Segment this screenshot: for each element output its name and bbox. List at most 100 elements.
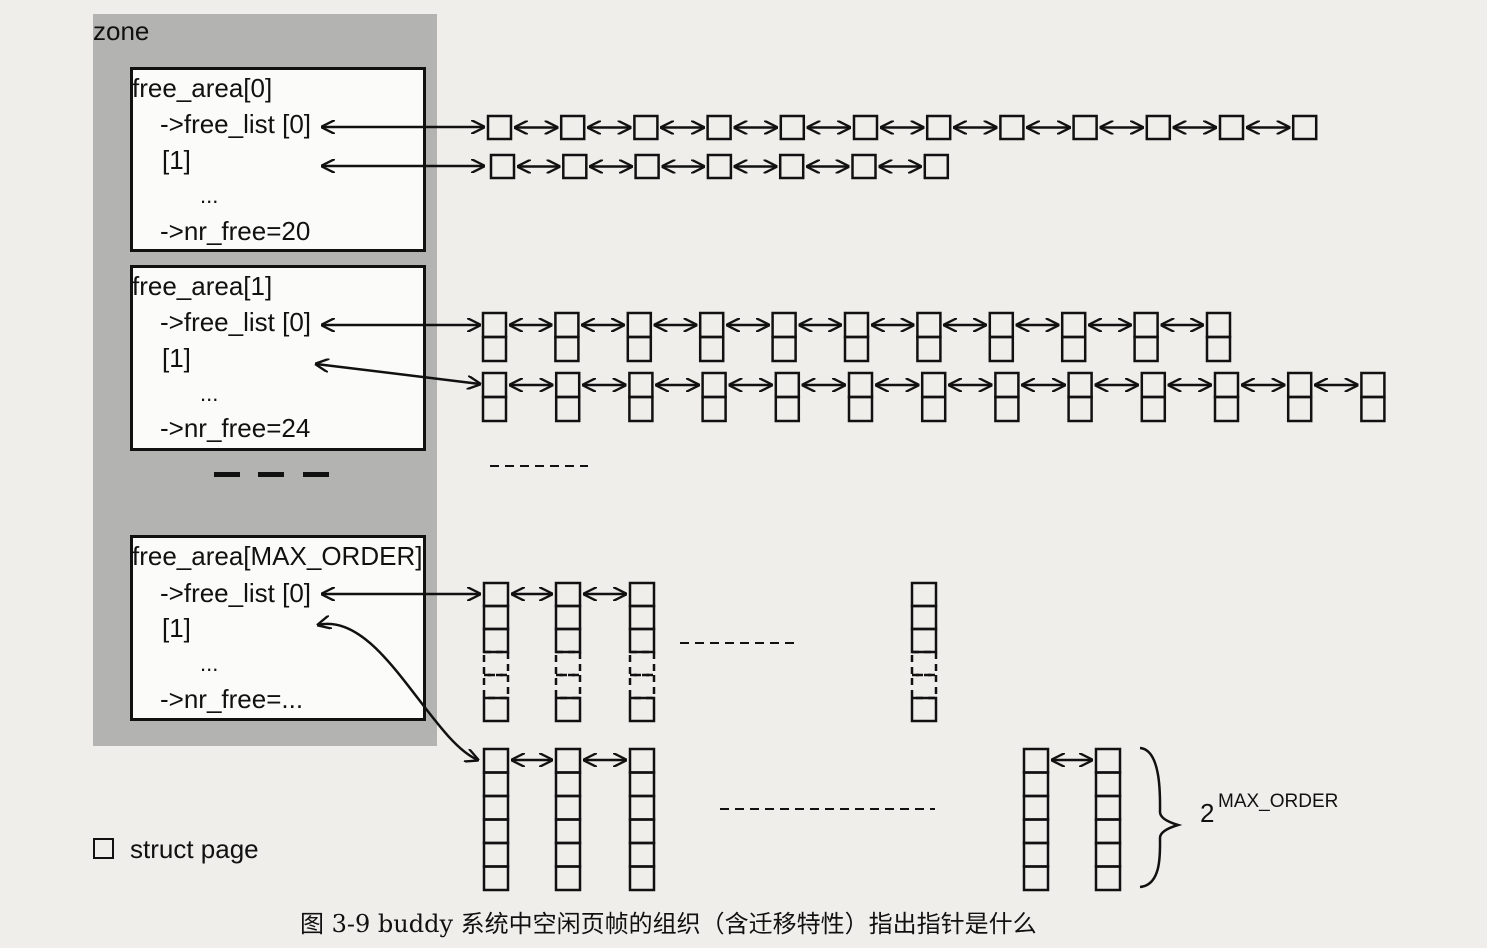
order1-list0-page-block: [843, 311, 870, 339]
max-list1-page-block: [482, 818, 510, 845]
order1-list1-page-block: [1360, 395, 1386, 423]
pointer-order1-list1: [316, 364, 480, 384]
order1-list1-page-block: [481, 371, 508, 399]
order1-list1-page-block: [701, 371, 727, 399]
order1-list0-page-block: [698, 335, 725, 363]
max-list1-page-block: [554, 865, 582, 892]
pointer-max-list1: [318, 624, 478, 760]
max-list1-page-block: [1022, 747, 1050, 774]
order0-list1-page-block: [634, 153, 660, 180]
order0-list0-page-block: [1291, 114, 1318, 141]
order1-list1-page-block: [920, 371, 947, 399]
max-list0-page-block: [628, 604, 656, 631]
max-list0-page-block: [628, 673, 656, 700]
max-list0-page-block: [910, 650, 938, 677]
order0-list1-page-block: [706, 153, 733, 180]
order1-list1-page-block: [1286, 371, 1313, 399]
order1-list1-page-block: [554, 371, 581, 399]
order0-list0-page-block: [779, 114, 806, 141]
max-list1-page-block: [482, 865, 510, 892]
order1-list1-page-block: [628, 371, 654, 399]
order1-list0-page-block: [843, 335, 870, 363]
order1-list1-page-block: [554, 395, 581, 423]
order0-list1-page-block: [778, 153, 805, 180]
order1-list0-page-block: [1060, 335, 1087, 363]
max-list1-page-block: [1022, 771, 1050, 798]
order1-list0-page-block: [1060, 311, 1087, 339]
max-list0-page-block: [910, 627, 938, 654]
max-list1-page-block: [482, 747, 510, 774]
order1-list1-page-block: [1067, 371, 1093, 399]
max-list1-page-block: [482, 771, 510, 798]
order1-list1-page-block: [481, 395, 508, 423]
max-list1-page-block: [1022, 865, 1050, 892]
order1-list1-page-block: [994, 371, 1020, 399]
order1-list0-page-block: [481, 335, 508, 363]
order0-list0-page-block: [1072, 114, 1098, 141]
max-list0-page-block: [554, 627, 582, 654]
order0-list1-page-block: [851, 153, 877, 180]
max-list0-page-block: [910, 673, 938, 700]
max-list1-page-block: [1094, 794, 1122, 821]
max-list0-page-block: [910, 604, 938, 631]
max-list0-page-block: [910, 696, 938, 723]
order1-list0-page-block: [988, 335, 1015, 363]
max-list0-page-block: [482, 627, 510, 654]
max-list0-page-block: [554, 581, 582, 608]
order1-list0-page-block: [988, 311, 1015, 339]
max-list1-page-block: [1094, 841, 1122, 868]
order1-list0-page-block: [554, 311, 580, 339]
order1-list1-page-block: [1140, 371, 1167, 399]
max-list0-page-block: [554, 673, 582, 700]
max-list0-page-block: [482, 581, 510, 608]
max-list1-page-block: [554, 771, 582, 798]
max-list0-page-block: [628, 581, 656, 608]
max-list1-page-block: [628, 818, 656, 845]
order1-list1-page-block: [1286, 395, 1313, 423]
order1-list1-page-block: [847, 395, 874, 423]
max-list1-page-block: [554, 794, 582, 821]
order1-list0-page-block: [771, 335, 797, 363]
order1-list1-page-block: [701, 395, 727, 423]
order1-list0-page-block: [916, 311, 942, 339]
order0-list0-page-block: [633, 114, 659, 141]
order1-list1-page-block: [774, 395, 801, 423]
order0-list0-page-block: [486, 114, 513, 141]
max-list1-page-block: [628, 794, 656, 821]
order1-list0-page-block: [1205, 335, 1232, 363]
order1-list0-page-block: [554, 335, 580, 363]
order1-list0-page-block: [626, 335, 653, 363]
max-list1-page-block: [1022, 818, 1050, 845]
order1-list0-page-block: [1133, 311, 1159, 339]
order1-list1-page-block: [920, 395, 947, 423]
order1-list1-page-block: [1213, 371, 1240, 399]
max-list1-page-block: [554, 747, 582, 774]
order1-list1-page-block: [994, 395, 1020, 423]
max-list1-page-block: [482, 841, 510, 868]
max-list1-page-block: [628, 747, 656, 774]
order1-list0-page-block: [1205, 311, 1232, 339]
max-list0-page-block: [482, 650, 510, 677]
max-list0-page-block: [482, 696, 510, 723]
max-list1-page-block: [1094, 747, 1122, 774]
order0-list1-page-block: [489, 153, 516, 180]
max-list0-page-block: [554, 604, 582, 631]
buddy-diagram: [0, 114, 1386, 892]
max-list1-page-block: [628, 771, 656, 798]
max-list0-page-block: [554, 650, 582, 677]
order1-list1-page-block: [774, 371, 801, 399]
max-list0-page-block: [628, 696, 656, 723]
max-list1-page-block: [628, 865, 656, 892]
order0-list0-page-block: [559, 114, 586, 141]
max-list0-page-block: [910, 581, 938, 608]
max-list0-page-block: [482, 604, 510, 631]
order0-list0-page-block: [852, 114, 879, 141]
max-list0-page-block: [482, 673, 510, 700]
max-list1-page-block: [1094, 771, 1122, 798]
max-list1-page-block: [554, 841, 582, 868]
max-list1-page-block: [554, 818, 582, 845]
order0-list0-page-block: [706, 114, 732, 141]
order1-list1-page-block: [628, 395, 654, 423]
order1-list1-page-block: [1213, 395, 1240, 423]
order1-list1-page-block: [1067, 395, 1093, 423]
